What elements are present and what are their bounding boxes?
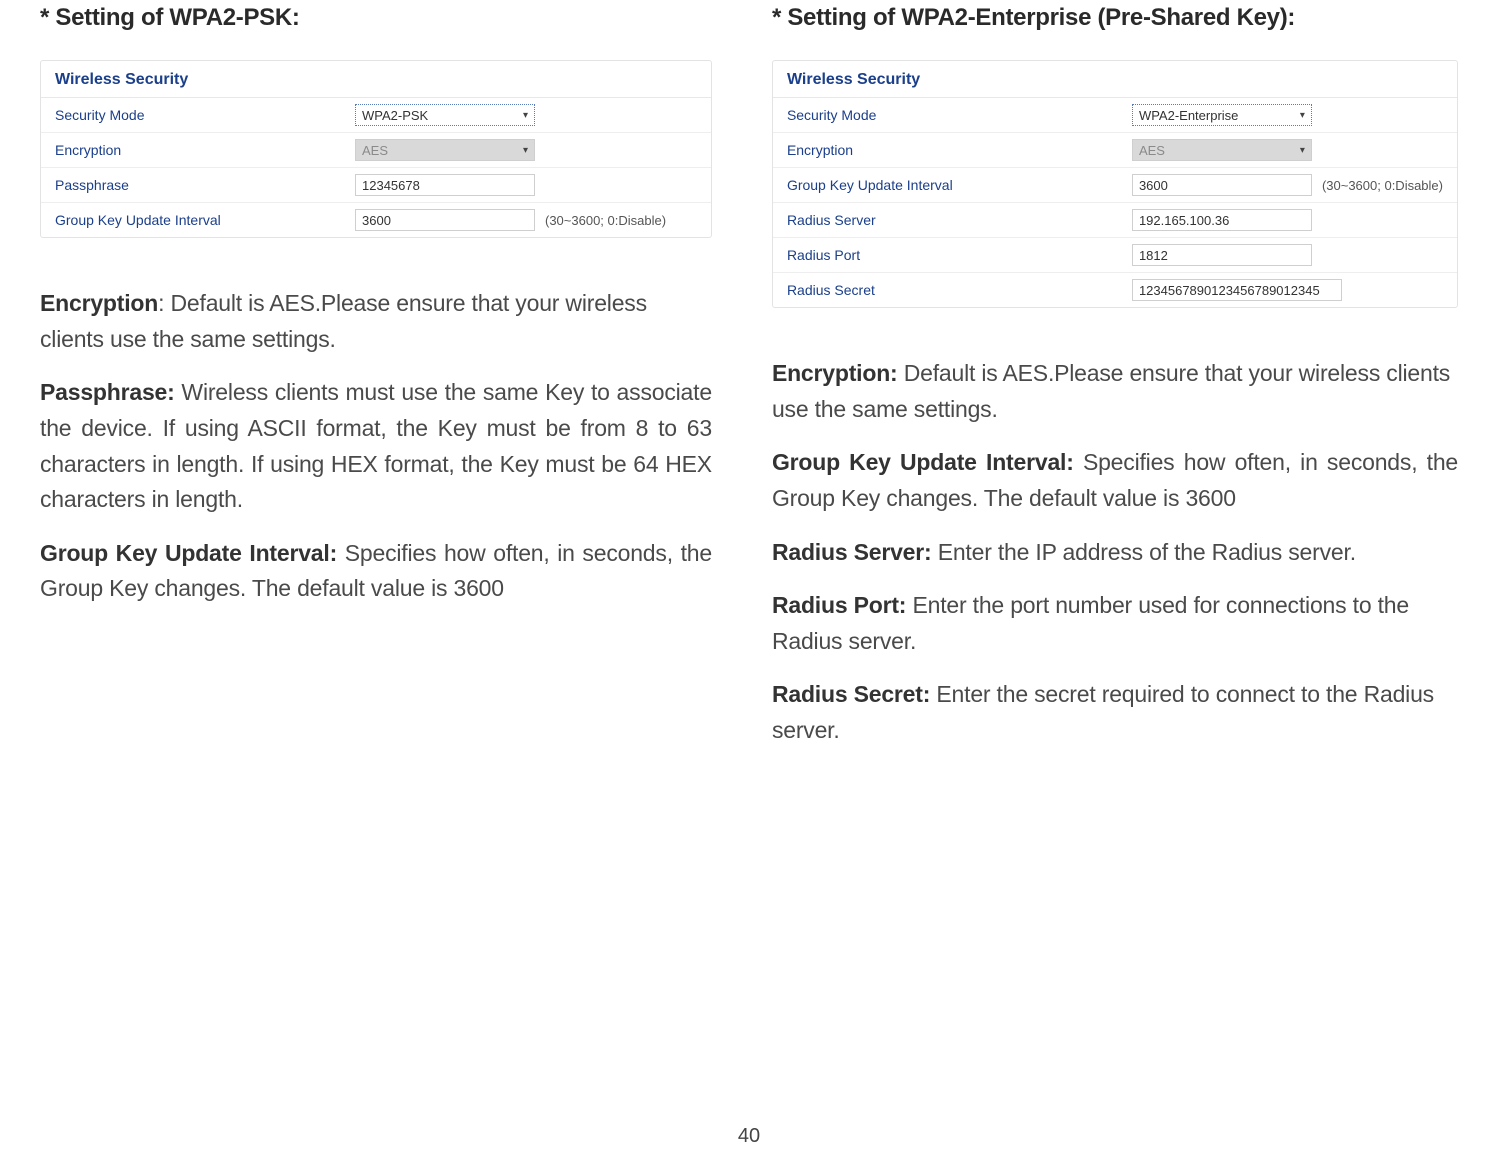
- input-radius-port[interactable]: [1132, 244, 1312, 266]
- label-group-key: Group Key Update Interval: [55, 212, 355, 228]
- row-security-mode: Security Mode WPA2-PSK ▾: [41, 98, 711, 133]
- left-column: * Setting of WPA2-PSK: Wireless Security…: [40, 0, 712, 767]
- panel-title: Wireless Security: [773, 61, 1457, 98]
- para-radius-port: Radius Port: Enter the port number used …: [772, 588, 1458, 659]
- input-radius-secret[interactable]: [1132, 279, 1342, 301]
- select-value: WPA2-PSK: [362, 108, 428, 123]
- input-passphrase[interactable]: [355, 174, 535, 196]
- chevron-down-icon: ▾: [523, 110, 528, 121]
- heading-wpa2-psk: * Setting of WPA2-PSK:: [40, 4, 712, 32]
- lead-group-key: Group Key Update Interval:: [40, 540, 337, 566]
- panel-title: Wireless Security: [41, 61, 711, 98]
- lead-encryption: Encryption:: [772, 360, 898, 386]
- select-encryption-disabled: AES ▾: [1132, 139, 1312, 161]
- row-passphrase: Passphrase: [41, 168, 711, 203]
- label-radius-secret: Radius Secret: [787, 282, 1132, 298]
- para-radius-secret: Radius Secret: Enter the secret required…: [772, 677, 1458, 748]
- page-number: 40: [738, 1125, 760, 1148]
- lead-encryption: Encryption: [40, 290, 158, 316]
- lead-radius-server: Radius Server:: [772, 539, 932, 565]
- input-group-key[interactable]: [355, 209, 535, 231]
- lead-group-key: Group Key Update Interval:: [772, 449, 1074, 475]
- chevron-down-icon: ▾: [1300, 110, 1305, 121]
- right-column: * Setting of WPA2-Enterprise (Pre-Shared…: [772, 0, 1458, 767]
- label-radius-server: Radius Server: [787, 212, 1132, 228]
- chevron-down-icon: ▾: [523, 145, 528, 156]
- para-encryption: Encryption: Default is AES.Please ensure…: [40, 286, 712, 357]
- select-value: WPA2-Enterprise: [1139, 108, 1238, 123]
- select-encryption-disabled: AES ▾: [355, 139, 535, 161]
- label-passphrase: Passphrase: [55, 177, 355, 193]
- row-encryption: Encryption AES ▾: [41, 133, 711, 168]
- select-security-mode[interactable]: WPA2-Enterprise ▾: [1132, 104, 1312, 126]
- body-radius-server: Enter the IP address of the Radius serve…: [932, 539, 1356, 565]
- row-encryption: Encryption AES ▾: [773, 133, 1457, 168]
- label-encryption: Encryption: [787, 142, 1132, 158]
- lead-radius-port: Radius Port:: [772, 592, 906, 618]
- select-value: AES: [1139, 143, 1165, 158]
- label-security-mode: Security Mode: [787, 107, 1132, 123]
- select-security-mode[interactable]: WPA2-PSK ▾: [355, 104, 535, 126]
- para-radius-server: Radius Server: Enter the IP address of t…: [772, 535, 1458, 571]
- chevron-down-icon: ▾: [1300, 145, 1305, 156]
- wireless-security-panel-enterprise: Wireless Security Security Mode WPA2-Ent…: [772, 60, 1458, 308]
- row-group-key: Group Key Update Interval (30~3600; 0:Di…: [773, 168, 1457, 203]
- input-radius-server[interactable]: [1132, 209, 1312, 231]
- para-encryption: Encryption: Default is AES.Please ensure…: [772, 356, 1458, 427]
- row-radius-port: Radius Port: [773, 238, 1457, 273]
- label-radius-port: Radius Port: [787, 247, 1132, 263]
- row-radius-server: Radius Server: [773, 203, 1457, 238]
- select-value: AES: [362, 143, 388, 158]
- wireless-security-panel-psk: Wireless Security Security Mode WPA2-PSK…: [40, 60, 712, 238]
- para-passphrase: Passphrase: Wireless clients must use th…: [40, 375, 712, 518]
- para-group-key: Group Key Update Interval: Specifies how…: [40, 536, 712, 607]
- suffix-group-key: (30~3600; 0:Disable): [545, 213, 666, 228]
- label-group-key: Group Key Update Interval: [787, 177, 1132, 193]
- lead-radius-secret: Radius Secret:: [772, 681, 930, 707]
- row-security-mode: Security Mode WPA2-Enterprise ▾: [773, 98, 1457, 133]
- input-group-key[interactable]: [1132, 174, 1312, 196]
- suffix-group-key: (30~3600; 0:Disable): [1322, 178, 1443, 193]
- row-radius-secret: Radius Secret: [773, 273, 1457, 307]
- para-group-key: Group Key Update Interval: Specifies how…: [772, 445, 1458, 516]
- page-columns: * Setting of WPA2-PSK: Wireless Security…: [40, 0, 1458, 767]
- lead-passphrase: Passphrase:: [40, 379, 175, 405]
- row-group-key: Group Key Update Interval (30~3600; 0:Di…: [41, 203, 711, 237]
- label-security-mode: Security Mode: [55, 107, 355, 123]
- label-encryption: Encryption: [55, 142, 355, 158]
- heading-wpa2-enterprise: * Setting of WPA2-Enterprise (Pre-Shared…: [772, 4, 1458, 32]
